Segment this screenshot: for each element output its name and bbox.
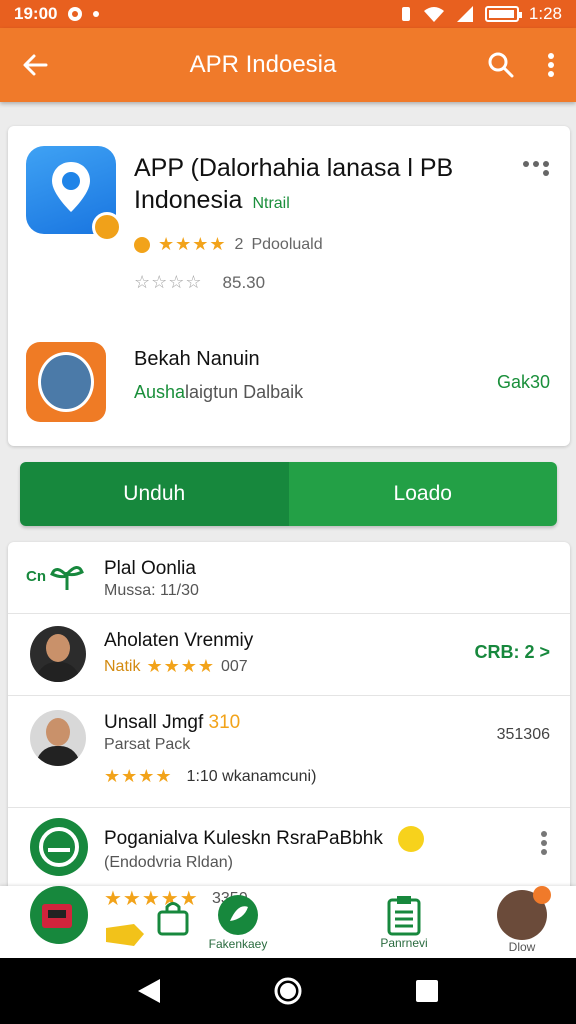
emoji-icon bbox=[398, 826, 424, 852]
developer-sub-text: laigtun Dalbaik bbox=[185, 382, 304, 402]
app-detail-card: APP (Dalorhahia lanasa l PB Indonesia Ntr… bbox=[8, 126, 570, 446]
app-title-line2: Indonesia bbox=[134, 186, 243, 214]
search-button[interactable] bbox=[476, 28, 526, 102]
list-item-value: 351306 bbox=[496, 726, 550, 743]
battery-icon bbox=[484, 6, 522, 22]
list-item-title-suffix: 310 bbox=[208, 712, 241, 733]
list-item-title: Aholaten Vrenmiy bbox=[104, 630, 254, 651]
download-button[interactable]: Unduh bbox=[20, 462, 289, 526]
app-badge-icon bbox=[92, 212, 122, 242]
rating-extra: 1:10 wkanamcuni) bbox=[186, 767, 317, 785]
list-item[interactable]: Unsall Jmgf 310 Parsat Pack ★★★★ 1:10 wk… bbox=[8, 696, 570, 808]
list-item-rating: Natik ★★★★ 007 bbox=[104, 656, 248, 677]
notification-badge bbox=[533, 886, 551, 904]
rating-stars: ★★★★ bbox=[146, 656, 215, 676]
developer-subtitle: Aushalaigtun Dalbaik bbox=[134, 382, 303, 403]
developer-name: Bekah Nanuin bbox=[134, 348, 260, 370]
leaf-chat-icon bbox=[218, 895, 258, 935]
developer-code[interactable]: Gak30 bbox=[497, 372, 550, 393]
list-item-title: Poganialva Kuleskn RsraPaBbhk bbox=[104, 828, 383, 849]
list-item-rating: ★★★★ 1:10 wkanamcuni) bbox=[104, 766, 316, 787]
page-title: APR Indoesia bbox=[189, 51, 337, 78]
rating-value: 007 bbox=[221, 657, 248, 675]
location-pin-icon bbox=[52, 162, 90, 212]
clipboard-icon bbox=[387, 896, 421, 936]
action-buttons: Unduh Loado bbox=[20, 462, 557, 526]
home-circle-icon[interactable] bbox=[273, 976, 303, 1006]
app-icon[interactable] bbox=[26, 146, 122, 242]
nav-item-label: Panrnevi bbox=[380, 936, 428, 950]
avatar bbox=[30, 710, 86, 766]
list-item-subtitle: Mussa: 11/30 bbox=[104, 582, 199, 599]
chevron-right-icon: > bbox=[539, 642, 550, 662]
app-rating-row-2: ☆☆☆☆ 85.30 bbox=[134, 272, 265, 293]
list-item-action[interactable]: CRB: 2 > bbox=[474, 642, 550, 663]
search-icon bbox=[488, 52, 514, 78]
notification-circle-icon bbox=[68, 7, 83, 21]
more-horiz-icon bbox=[523, 161, 549, 176]
app-bar: APR Indoesia bbox=[0, 28, 576, 102]
nav-item-featured[interactable]: Fakenkaey bbox=[188, 886, 288, 958]
list-icon-text: Cn bbox=[26, 568, 46, 585]
avatar bbox=[30, 626, 86, 682]
app-rating-stars: ★★★★ bbox=[158, 234, 227, 254]
nav-item-profile[interactable]: Dlow bbox=[476, 886, 568, 958]
app-rating-row: ★★★★ 2 Pdooluald bbox=[134, 234, 323, 255]
bottom-navigation: ★★★★★ 3350 Fakenkaey Panrnevi Dlow bbox=[0, 886, 576, 958]
nav-item-label: Dlow bbox=[508, 940, 536, 954]
ticket-icon bbox=[106, 924, 144, 946]
status-right-time: 1:28 bbox=[528, 4, 562, 23]
arrow-left-icon bbox=[23, 54, 48, 76]
back-button[interactable] bbox=[0, 28, 70, 102]
person-photo-icon bbox=[38, 352, 94, 412]
recents-square-icon[interactable] bbox=[414, 978, 440, 1004]
vibrate-icon bbox=[401, 7, 410, 21]
developer-avatar[interactable] bbox=[26, 342, 106, 422]
rating-stars: ★★★★ bbox=[104, 766, 173, 786]
app-rating-label: Pdooluald bbox=[251, 235, 323, 253]
related-list-card: Cn Plal Oonlia Mussa: 11/30 Aholaten Vre… bbox=[8, 542, 570, 902]
list-item[interactable]: Aholaten Vrenmiy Natik ★★★★ 007 CRB: 2 > bbox=[8, 614, 570, 696]
app-tag: Ntrail bbox=[252, 195, 290, 212]
developer-sub-green: Ausha bbox=[134, 382, 186, 402]
app-rating-value: 2 bbox=[234, 235, 244, 253]
back-triangle-icon[interactable] bbox=[136, 977, 162, 1005]
list-item-title: Unsall Jmgf 310 bbox=[104, 712, 240, 734]
list-item-title: Plal Oonlia bbox=[104, 558, 196, 579]
profile-avatar bbox=[497, 886, 551, 940]
more-vert-icon bbox=[548, 53, 554, 77]
shopping-bag-icon bbox=[157, 902, 189, 936]
list-item-action-label: CRB: 2 bbox=[474, 642, 535, 662]
nav-item-label: Fakenkaey bbox=[208, 937, 268, 951]
notification-icons bbox=[67, 6, 101, 22]
overflow-menu-button[interactable] bbox=[526, 28, 576, 102]
medal-icon bbox=[134, 236, 150, 253]
empty-stars: ☆☆☆☆ bbox=[134, 272, 203, 292]
nav-item-orders[interactable]: Panrnevi bbox=[354, 886, 454, 958]
list-item-subtitle: Parsat Pack bbox=[104, 736, 191, 753]
notification-dot-icon bbox=[93, 11, 100, 17]
status-time: 19:00 bbox=[14, 4, 58, 23]
app-rating2-value: 85.30 bbox=[222, 272, 266, 292]
list-item[interactable]: Cn Plal Oonlia Mussa: 11/30 bbox=[8, 542, 570, 614]
signal-icon bbox=[456, 6, 473, 22]
status-bar: 19:00 1:28 bbox=[0, 0, 576, 28]
system-navigation-bar bbox=[0, 958, 576, 1024]
app-title-line1: APP (Dalorhahia lanasa l PB bbox=[134, 154, 454, 182]
list-item-subtitle: (Endodvria Rldan) bbox=[104, 854, 233, 871]
more-vert-icon[interactable] bbox=[540, 830, 548, 856]
store-icon[interactable] bbox=[30, 886, 88, 944]
app-more-button[interactable] bbox=[518, 156, 554, 180]
list-item-title-text: Unsall Jmgf bbox=[104, 712, 204, 733]
rating-prefix: Natik bbox=[104, 657, 141, 675]
app-title: APP (Dalorhahia lanasa l PB Indonesia Ntr… bbox=[134, 152, 504, 220]
load-button[interactable]: Loado bbox=[288, 462, 557, 526]
plant-icon bbox=[50, 566, 84, 590]
wifi-icon bbox=[423, 7, 444, 22]
leaf-logo-icon bbox=[30, 818, 88, 876]
